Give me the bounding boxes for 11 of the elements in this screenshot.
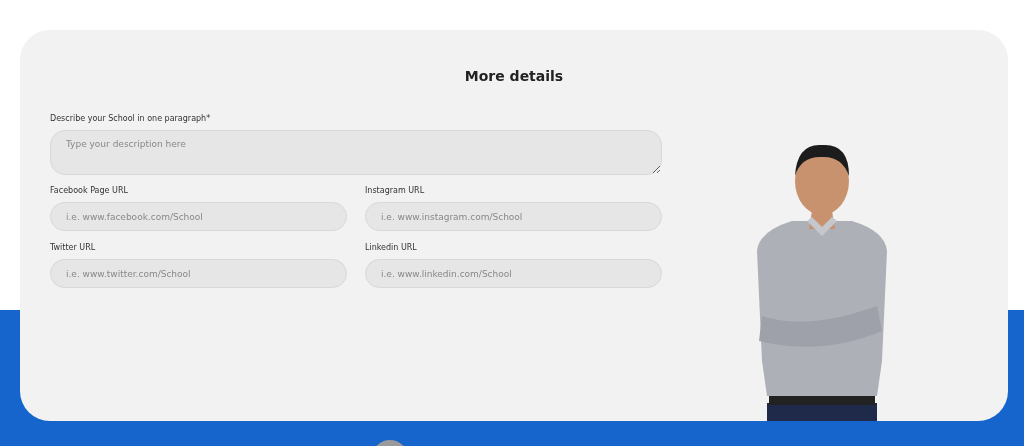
- field-label: Linkedin URL: [365, 243, 418, 252]
- field-label: Instagram URL: [365, 186, 426, 195]
- url-field[interactable]: i.e. www.facebook.com/School: [50, 202, 347, 231]
- url-field[interactable]: i.e. www.instagram.com/School: [365, 202, 662, 231]
- section-title: More details: [464, 68, 564, 84]
- field-label: Facebook Page URL: [50, 186, 129, 195]
- url-field[interactable]: i.e. www.linkedin.com/School: [365, 259, 662, 288]
- description-field[interactable]: Type your description here: [50, 130, 662, 175]
- url-field[interactable]: i.e. www.twitter.com/School: [50, 259, 347, 288]
- field-label: Twitter URL: [50, 243, 97, 252]
- field-label: Describe your School in one paragraph*: [50, 114, 212, 123]
